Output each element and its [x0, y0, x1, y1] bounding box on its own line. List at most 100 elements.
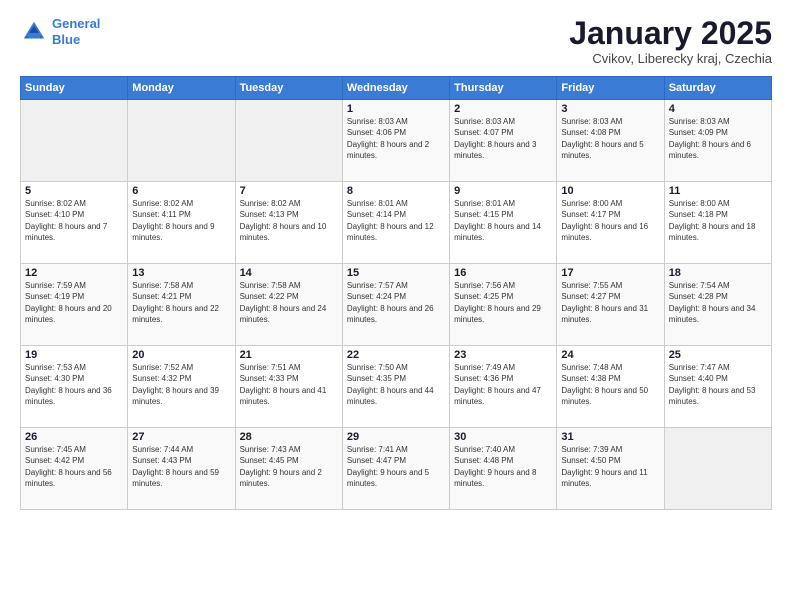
col-saturday: Saturday: [664, 77, 771, 100]
day-info: Sunrise: 8:00 AMSunset: 4:17 PMDaylight:…: [561, 198, 659, 243]
day-info: Sunrise: 8:01 AMSunset: 4:15 PMDaylight:…: [454, 198, 552, 243]
day-number: 6: [132, 185, 230, 197]
header-row: Sunday Monday Tuesday Wednesday Thursday…: [21, 77, 772, 100]
day-number: 1: [347, 103, 445, 115]
day-info: Sunrise: 7:41 AMSunset: 4:47 PMDaylight:…: [347, 444, 445, 489]
day-number: 14: [240, 267, 338, 279]
day-number: 23: [454, 349, 552, 361]
day-info: Sunrise: 8:03 AMSunset: 4:08 PMDaylight:…: [561, 116, 659, 161]
day-info: Sunrise: 7:53 AMSunset: 4:30 PMDaylight:…: [25, 362, 123, 407]
day-cell: 26Sunrise: 7:45 AMSunset: 4:42 PMDayligh…: [21, 428, 128, 510]
day-info: Sunrise: 7:48 AMSunset: 4:38 PMDaylight:…: [561, 362, 659, 407]
day-info: Sunrise: 7:43 AMSunset: 4:45 PMDaylight:…: [240, 444, 338, 489]
col-tuesday: Tuesday: [235, 77, 342, 100]
day-info: Sunrise: 7:51 AMSunset: 4:33 PMDaylight:…: [240, 362, 338, 407]
day-cell: 25Sunrise: 7:47 AMSunset: 4:40 PMDayligh…: [664, 346, 771, 428]
day-cell: 9Sunrise: 8:01 AMSunset: 4:15 PMDaylight…: [450, 182, 557, 264]
day-info: Sunrise: 7:47 AMSunset: 4:40 PMDaylight:…: [669, 362, 767, 407]
logo-line2: Blue: [52, 32, 80, 47]
col-sunday: Sunday: [21, 77, 128, 100]
day-info: Sunrise: 8:03 AMSunset: 4:06 PMDaylight:…: [347, 116, 445, 161]
day-cell: 12Sunrise: 7:59 AMSunset: 4:19 PMDayligh…: [21, 264, 128, 346]
day-info: Sunrise: 8:02 AMSunset: 4:11 PMDaylight:…: [132, 198, 230, 243]
calendar-header: Sunday Monday Tuesday Wednesday Thursday…: [21, 77, 772, 100]
day-cell: 21Sunrise: 7:51 AMSunset: 4:33 PMDayligh…: [235, 346, 342, 428]
day-info: Sunrise: 7:40 AMSunset: 4:48 PMDaylight:…: [454, 444, 552, 489]
day-cell: 16Sunrise: 7:56 AMSunset: 4:25 PMDayligh…: [450, 264, 557, 346]
week-row-3: 12Sunrise: 7:59 AMSunset: 4:19 PMDayligh…: [21, 264, 772, 346]
day-number: 29: [347, 431, 445, 443]
day-cell: 20Sunrise: 7:52 AMSunset: 4:32 PMDayligh…: [128, 346, 235, 428]
day-cell: 24Sunrise: 7:48 AMSunset: 4:38 PMDayligh…: [557, 346, 664, 428]
day-info: Sunrise: 7:57 AMSunset: 4:24 PMDaylight:…: [347, 280, 445, 325]
day-number: 25: [669, 349, 767, 361]
header: General Blue January 2025 Cvikov, Libere…: [20, 16, 772, 66]
day-number: 4: [669, 103, 767, 115]
title-block: January 2025 Cvikov, Liberecky kraj, Cze…: [569, 16, 772, 66]
day-info: Sunrise: 7:55 AMSunset: 4:27 PMDaylight:…: [561, 280, 659, 325]
day-number: 26: [25, 431, 123, 443]
day-number: 3: [561, 103, 659, 115]
day-cell: 29Sunrise: 7:41 AMSunset: 4:47 PMDayligh…: [342, 428, 449, 510]
day-info: Sunrise: 8:00 AMSunset: 4:18 PMDaylight:…: [669, 198, 767, 243]
day-cell: 27Sunrise: 7:44 AMSunset: 4:43 PMDayligh…: [128, 428, 235, 510]
col-wednesday: Wednesday: [342, 77, 449, 100]
week-row-4: 19Sunrise: 7:53 AMSunset: 4:30 PMDayligh…: [21, 346, 772, 428]
day-number: 8: [347, 185, 445, 197]
week-row-5: 26Sunrise: 7:45 AMSunset: 4:42 PMDayligh…: [21, 428, 772, 510]
logo: General Blue: [20, 16, 100, 47]
day-number: 15: [347, 267, 445, 279]
calendar-body: 1Sunrise: 8:03 AMSunset: 4:06 PMDaylight…: [21, 100, 772, 510]
day-cell: 1Sunrise: 8:03 AMSunset: 4:06 PMDaylight…: [342, 100, 449, 182]
day-number: 30: [454, 431, 552, 443]
day-cell: 8Sunrise: 8:01 AMSunset: 4:14 PMDaylight…: [342, 182, 449, 264]
day-info: Sunrise: 7:49 AMSunset: 4:36 PMDaylight:…: [454, 362, 552, 407]
day-cell: [235, 100, 342, 182]
col-monday: Monday: [128, 77, 235, 100]
day-number: 17: [561, 267, 659, 279]
day-number: 27: [132, 431, 230, 443]
day-number: 18: [669, 267, 767, 279]
day-cell: 3Sunrise: 8:03 AMSunset: 4:08 PMDaylight…: [557, 100, 664, 182]
day-number: 12: [25, 267, 123, 279]
calendar-subtitle: Cvikov, Liberecky kraj, Czechia: [569, 51, 772, 66]
week-row-2: 5Sunrise: 8:02 AMSunset: 4:10 PMDaylight…: [21, 182, 772, 264]
day-number: 7: [240, 185, 338, 197]
day-cell: [21, 100, 128, 182]
logo-line1: General: [52, 16, 100, 31]
day-info: Sunrise: 7:39 AMSunset: 4:50 PMDaylight:…: [561, 444, 659, 489]
day-info: Sunrise: 8:02 AMSunset: 4:10 PMDaylight:…: [25, 198, 123, 243]
calendar-table: Sunday Monday Tuesday Wednesday Thursday…: [20, 76, 772, 510]
day-cell: 14Sunrise: 7:58 AMSunset: 4:22 PMDayligh…: [235, 264, 342, 346]
day-number: 11: [669, 185, 767, 197]
day-info: Sunrise: 7:58 AMSunset: 4:22 PMDaylight:…: [240, 280, 338, 325]
day-cell: 30Sunrise: 7:40 AMSunset: 4:48 PMDayligh…: [450, 428, 557, 510]
logo-text: General Blue: [52, 16, 100, 47]
day-info: Sunrise: 8:02 AMSunset: 4:13 PMDaylight:…: [240, 198, 338, 243]
day-info: Sunrise: 7:52 AMSunset: 4:32 PMDaylight:…: [132, 362, 230, 407]
day-cell: 31Sunrise: 7:39 AMSunset: 4:50 PMDayligh…: [557, 428, 664, 510]
day-cell: 10Sunrise: 8:00 AMSunset: 4:17 PMDayligh…: [557, 182, 664, 264]
logo-icon: [20, 18, 48, 46]
day-cell: 13Sunrise: 7:58 AMSunset: 4:21 PMDayligh…: [128, 264, 235, 346]
day-cell: 2Sunrise: 8:03 AMSunset: 4:07 PMDaylight…: [450, 100, 557, 182]
day-number: 10: [561, 185, 659, 197]
day-cell: [664, 428, 771, 510]
day-info: Sunrise: 7:44 AMSunset: 4:43 PMDaylight:…: [132, 444, 230, 489]
day-cell: 4Sunrise: 8:03 AMSunset: 4:09 PMDaylight…: [664, 100, 771, 182]
day-number: 31: [561, 431, 659, 443]
day-info: Sunrise: 7:59 AMSunset: 4:19 PMDaylight:…: [25, 280, 123, 325]
day-info: Sunrise: 7:56 AMSunset: 4:25 PMDaylight:…: [454, 280, 552, 325]
day-cell: 17Sunrise: 7:55 AMSunset: 4:27 PMDayligh…: [557, 264, 664, 346]
day-cell: 15Sunrise: 7:57 AMSunset: 4:24 PMDayligh…: [342, 264, 449, 346]
day-cell: 11Sunrise: 8:00 AMSunset: 4:18 PMDayligh…: [664, 182, 771, 264]
day-number: 13: [132, 267, 230, 279]
day-number: 9: [454, 185, 552, 197]
day-cell: 22Sunrise: 7:50 AMSunset: 4:35 PMDayligh…: [342, 346, 449, 428]
day-cell: 18Sunrise: 7:54 AMSunset: 4:28 PMDayligh…: [664, 264, 771, 346]
col-friday: Friday: [557, 77, 664, 100]
day-cell: 19Sunrise: 7:53 AMSunset: 4:30 PMDayligh…: [21, 346, 128, 428]
day-number: 21: [240, 349, 338, 361]
day-info: Sunrise: 7:58 AMSunset: 4:21 PMDaylight:…: [132, 280, 230, 325]
calendar-title: January 2025: [569, 16, 772, 51]
